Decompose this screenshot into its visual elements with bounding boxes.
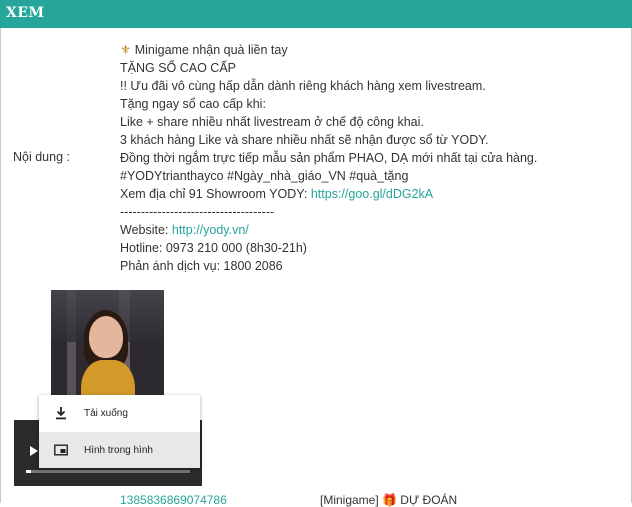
menu-item-picture-in-picture[interactable]: Hình trong hình <box>39 432 200 468</box>
menu-item-download[interactable]: Tải xuống <box>39 395 200 431</box>
address-line: Xem địa chỉ 91 Showroom YODY: https://go… <box>120 185 620 203</box>
divider-line: ------------------------------------- <box>120 205 275 219</box>
address-prefix: Xem địa chỉ 91 Showroom YODY: <box>120 187 311 201</box>
menu-item-label: Tải xuống <box>84 408 128 419</box>
content-line: TẶNG SỔ CAO CẤP <box>120 61 236 75</box>
picture-in-picture-icon <box>54 443 68 457</box>
menu-item-label: Hình trong hình <box>84 445 153 456</box>
post-title-fragment: [Minigame] 🎁 DỰ ĐOÁN <box>320 493 458 507</box>
content-line: Like + share nhiều nhất livestream ở chế… <box>120 115 424 129</box>
content-line: 3 khách hàng Like và share nhiều nhất sẽ… <box>120 133 489 147</box>
play-icon[interactable] <box>30 446 38 456</box>
content-line: Đồng thời ngắm trực tiếp mẫu sản phẩm PH… <box>120 151 538 165</box>
content-line: ⚜ Minigame nhận quà liền tay <box>120 41 620 59</box>
address-link[interactable]: https://goo.gl/dDG2kA <box>311 187 433 201</box>
website-prefix: Website: <box>120 223 172 237</box>
download-icon <box>54 406 68 420</box>
context-menu: Tải xuống Hình trong hình <box>39 395 200 468</box>
content-line: !! Ưu đãi vô cùng hấp dẫn dành riêng khá… <box>120 79 486 93</box>
dialog-title: XEM <box>6 5 45 21</box>
seekbar-progress <box>26 470 31 473</box>
website-line: Website: http://yody.vn/ <box>120 221 620 239</box>
hotline-line: Hotline: 0973 210 000 (8h30-21h) <box>120 241 307 255</box>
content-line: Tặng ngay sổ cao cấp khi: <box>120 97 266 111</box>
website-link[interactable]: http://yody.vn/ <box>172 223 249 237</box>
content-line: #YODYtrianthayco #Ngày_nhà_giáo_VN #quà_… <box>120 169 409 183</box>
content-text: ⚜ Minigame nhận quà liền tay TẶNG SỔ CAO… <box>120 41 620 275</box>
content-line-text: Minigame nhận quà liền tay <box>134 43 288 57</box>
feedback-line: Phản ánh dịch vụ: 1800 2086 <box>120 259 283 273</box>
dialog-titlebar: XEM <box>0 0 632 28</box>
video-person-face <box>89 316 123 358</box>
content-label: Nội dung : <box>13 150 70 164</box>
fleur-de-lis-icon: ⚜ <box>120 43 132 57</box>
post-link-fragment[interactable]: 1385836869074786 <box>120 493 227 507</box>
video-seekbar[interactable] <box>26 470 190 473</box>
